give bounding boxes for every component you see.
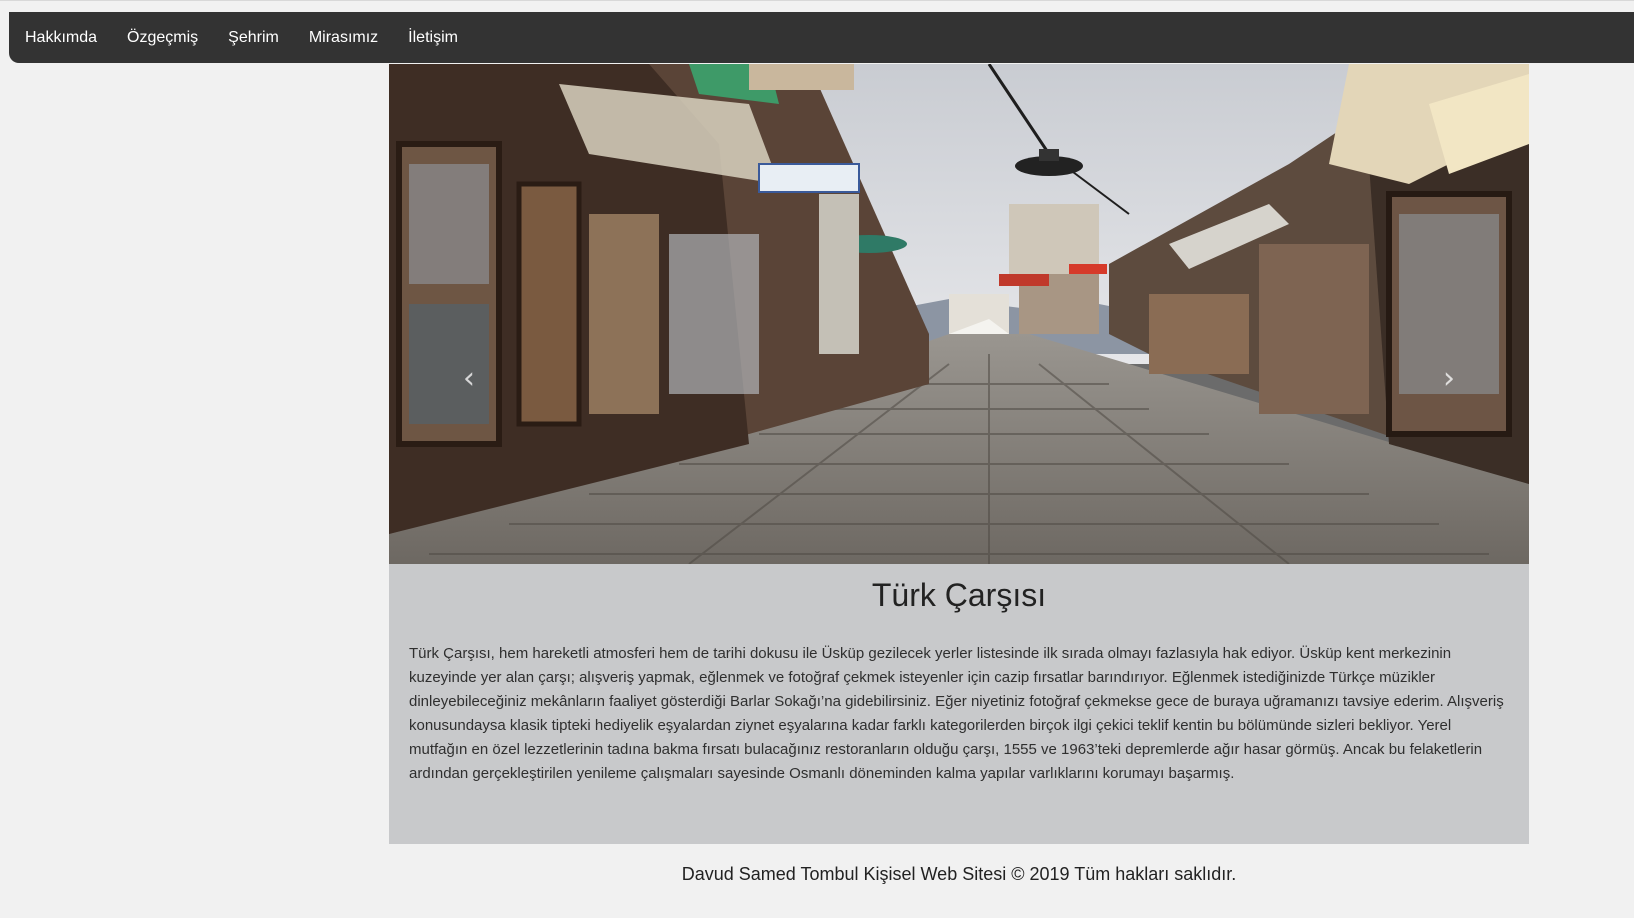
footer-copyright: Davud Samed Tombul Kişisel Web Sitesi © … xyxy=(681,864,1237,884)
bazaar-street-photo xyxy=(389,64,1529,564)
article-body: Türk Çarşısı, hem hareketli atmosferi he… xyxy=(409,645,1504,783)
nav-item-iletisim[interactable]: İletişim xyxy=(393,12,473,63)
image-carousel[interactable]: ‹ › xyxy=(389,64,1529,564)
nav-item-ozgecmis[interactable]: Özgeçmiş xyxy=(112,12,213,63)
chevron-right-icon[interactable]: › xyxy=(1434,359,1464,399)
nav-item-mirasimiz[interactable]: Mirasımız xyxy=(294,12,393,63)
article-section: Türk Çarşısı Türk Çarşısı, hem hareketli… xyxy=(389,564,1529,844)
chevron-left-icon[interactable]: ‹ xyxy=(454,359,484,399)
browser-top-edge xyxy=(0,0,1634,12)
nav-item-hakkimda[interactable]: Hakkımda xyxy=(9,12,112,63)
article-title: Türk Çarşısı xyxy=(871,577,1047,613)
nav-item-sehrim[interactable]: Şehrim xyxy=(213,12,294,63)
top-navbar: Hakkımda Özgeçmiş Şehrim Mirasımız İleti… xyxy=(9,12,1634,63)
